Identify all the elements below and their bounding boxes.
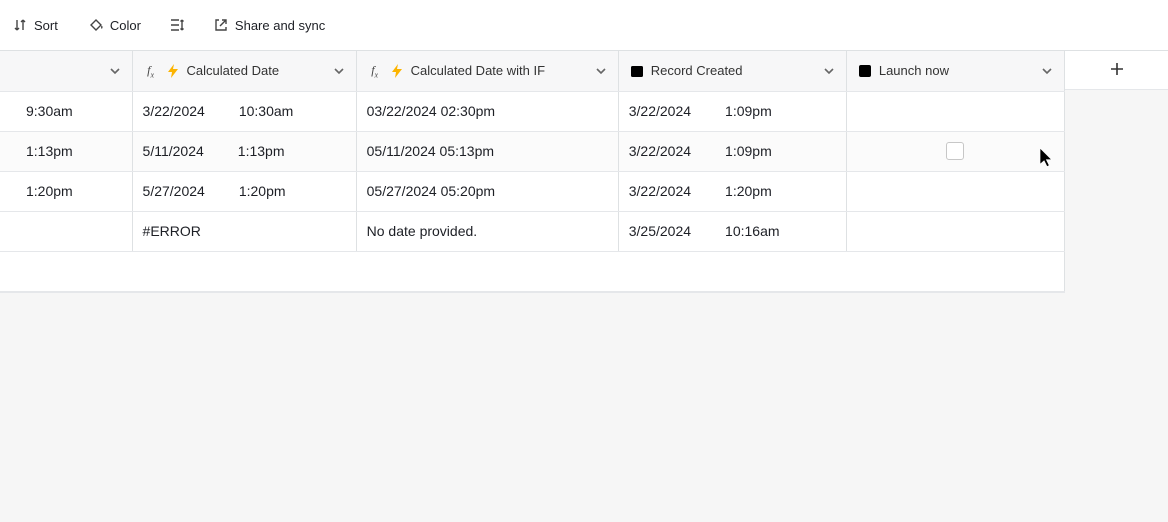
chevron-down-icon[interactable] xyxy=(1040,64,1054,78)
color-button[interactable]: Color xyxy=(82,13,147,37)
cell-record-created[interactable]: 3/22/20241:20pm xyxy=(618,171,846,211)
cell-time[interactable]: 1:20pm xyxy=(0,171,132,211)
cell-calc-date-if[interactable]: 03/22/2024 02:30pm xyxy=(356,91,618,131)
share-sync-button[interactable]: Share and sync xyxy=(207,13,331,37)
cell-calc-date-if[interactable]: No date provided. xyxy=(356,211,618,251)
table-body: 9:30am 3/22/202410:30am 03/22/2024 02:30… xyxy=(0,91,1065,291)
cell-launch-now[interactable] xyxy=(846,171,1064,211)
column-label: Launch now xyxy=(879,63,1034,78)
cell-launch-now[interactable] xyxy=(846,211,1064,251)
bolt-icon xyxy=(165,63,181,79)
row-height-icon xyxy=(169,17,185,33)
column-header-calculated-date[interactable]: fx Calculated Date xyxy=(132,51,356,91)
cell-calc-date[interactable]: 5/11/20241:13pm xyxy=(132,131,356,171)
cell-calc-date[interactable]: 5/27/20241:20pm xyxy=(132,171,356,211)
checkbox-icon xyxy=(857,63,873,79)
cell-record-created[interactable]: 3/22/20241:09pm xyxy=(618,131,846,171)
new-row[interactable] xyxy=(0,251,1065,291)
row-height-button[interactable] xyxy=(165,13,189,37)
table-row[interactable]: 1:13pm 5/11/20241:13pm 05/11/2024 05:13p… xyxy=(0,131,1065,171)
column-header-record-created[interactable]: Record Created xyxy=(618,51,846,91)
add-column-button[interactable] xyxy=(1065,50,1168,90)
cell-record-created[interactable]: 3/25/202410:16am xyxy=(618,211,846,251)
cell-calc-date-if[interactable]: 05/11/2024 05:13pm xyxy=(356,131,618,171)
formula-icon: fx xyxy=(143,63,159,79)
chevron-down-icon[interactable] xyxy=(332,64,346,78)
sort-label: Sort xyxy=(34,18,58,33)
sort-button[interactable]: Sort xyxy=(6,13,64,37)
column-header-launch-now[interactable]: Launch now xyxy=(846,51,1064,91)
plus-icon xyxy=(1109,61,1125,80)
column-header-time[interactable] xyxy=(0,51,132,91)
cell-launch-now[interactable] xyxy=(846,131,1064,171)
cell-time[interactable]: 1:13pm xyxy=(0,131,132,171)
calendar-created-icon xyxy=(629,63,645,79)
formula-icon: fx xyxy=(367,63,383,79)
table-row[interactable]: 9:30am 3/22/202410:30am 03/22/2024 02:30… xyxy=(0,91,1065,131)
cell-record-created[interactable]: 3/22/20241:09pm xyxy=(618,91,846,131)
share-label: Share and sync xyxy=(235,18,325,33)
column-header-calculated-date-if[interactable]: fx Calculated Date with IF xyxy=(356,51,618,91)
cell-time[interactable]: 9:30am xyxy=(0,91,132,131)
chevron-down-icon[interactable] xyxy=(594,64,608,78)
paint-bucket-icon xyxy=(88,17,104,33)
table-row[interactable]: 1:20pm 5/27/20241:20pm 05/27/2024 05:20p… xyxy=(0,171,1065,211)
cell-time[interactable] xyxy=(0,211,132,251)
chevron-down-icon[interactable] xyxy=(822,64,836,78)
share-icon xyxy=(213,17,229,33)
cell-launch-now[interactable] xyxy=(846,91,1064,131)
cell-calc-date-if[interactable]: 05/27/2024 05:20pm xyxy=(356,171,618,211)
bolt-icon xyxy=(389,63,405,79)
toolbar: Sort Color Share and sync xyxy=(0,0,1168,50)
cell-calc-date[interactable]: 3/22/202410:30am xyxy=(132,91,356,131)
column-label: Record Created xyxy=(651,63,816,78)
checkbox-unchecked[interactable] xyxy=(946,142,964,160)
column-label: Calculated Date xyxy=(187,63,326,78)
table-row[interactable]: #ERROR No date provided. 3/25/202410:16a… xyxy=(0,211,1065,251)
sort-icon xyxy=(12,17,28,33)
cell-calc-date[interactable]: #ERROR xyxy=(132,211,356,251)
chevron-down-icon[interactable] xyxy=(108,64,122,78)
column-label: Calculated Date with IF xyxy=(411,63,588,78)
data-grid: fx Calculated Date fx xyxy=(0,50,1065,293)
color-label: Color xyxy=(110,18,141,33)
